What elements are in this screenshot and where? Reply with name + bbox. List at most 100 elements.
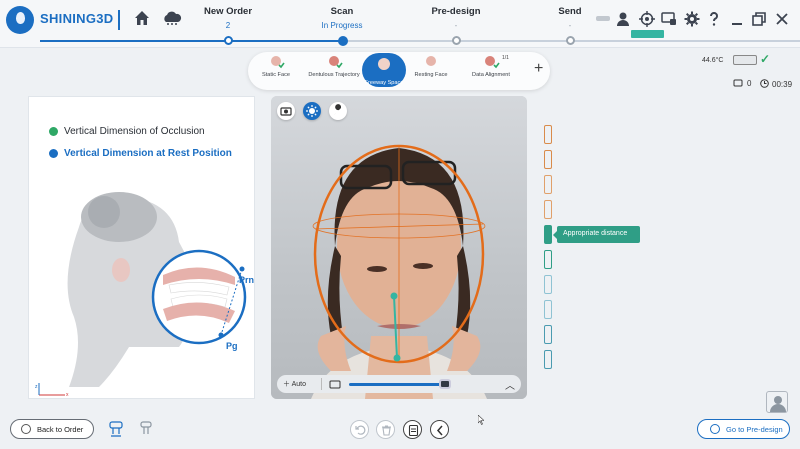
message-count: 0 [747,79,752,88]
substep-data-alignment[interactable]: 1/1 Data Alignment [463,55,519,78]
logo-icon [6,6,34,34]
restore-icon[interactable] [751,11,767,27]
auto-plus-icon: ＋ [283,381,292,388]
exposure-bar: ＋ Auto ︿ [277,375,521,393]
home-icon[interactable] [133,9,151,27]
active-indicator [631,30,664,38]
user-profile-icon[interactable] [766,391,788,413]
exposure-slider-thumb[interactable] [439,379,451,389]
keyboard-icon[interactable] [596,16,610,21]
axis-x-label: x [66,392,69,397]
minimize-icon[interactable] [729,11,745,27]
back-button-label: Back to Order [37,425,84,434]
close-icon[interactable] [774,11,790,27]
step-pre-design[interactable]: Pre-design - [416,6,496,30]
cloud-icon[interactable] [162,10,182,26]
distance-tooltip: Appropriate distance [553,226,640,243]
back-to-order-button[interactable]: Back to Order [10,419,94,439]
checklist-item-occlusion: Vertical Dimension of Occlusion [49,126,205,137]
checklist-text: Vertical Dimension of Occlusion [64,126,205,137]
axis-gizmo: x z [35,383,69,397]
step-new-order[interactable]: New Order 2 [188,6,268,30]
step-dot [566,36,575,45]
substep-dentulous-trajectory[interactable]: Dentulous Trajectory [306,55,362,78]
camera-preview[interactable]: ＋ Auto ︿ [271,96,527,399]
connected-check-icon: ✓ [760,52,771,66]
temperature-readout: 44.6°C [702,57,724,64]
alignment-badge: 1/1 [502,55,509,61]
next-button-label: Go to Pre-design [726,425,783,434]
help-icon[interactable] [706,11,722,27]
distance-level-near [544,350,552,369]
arrow-right-icon [710,424,720,434]
step-scan[interactable]: Scan In Progress [302,6,382,30]
distance-level-far [544,175,552,194]
step-dot-active [338,36,348,46]
step-title: Scan [330,6,354,17]
step-status: 2 [225,21,231,30]
exposure-icon [329,380,341,389]
progress-done [40,40,342,42]
distance-level-near [544,325,552,344]
substep-label: Freeway Space [364,80,404,86]
step-dot [452,36,461,45]
distance-level-far [544,200,552,219]
distance-level-current [544,225,552,244]
scanner-tool-icon[interactable] [108,420,124,438]
message-counter: 0 [733,79,751,88]
check-circle-icon [49,127,58,136]
distance-level-ok [544,250,552,269]
message-icon [733,79,743,87]
undo-button[interactable] [350,420,369,439]
exposure-slider-track[interactable] [349,383,449,386]
scanner-device-icon [733,55,757,65]
add-substep-button[interactable]: + [534,60,543,78]
scan-substeps-bar: Static Face Dentulous Trajectory Freeway… [248,52,550,90]
substep-static-face[interactable]: Static Face [248,55,304,78]
step-title: Pre-design [431,6,481,17]
substep-resting-face[interactable]: Resting Face [403,55,459,78]
auto-exposure-button[interactable]: ＋ Auto [283,379,306,389]
checklist-text: Vertical Dimension at Rest Position [64,148,232,159]
timer-value: 00:39 [772,80,793,89]
auto-label: Auto [291,381,306,388]
info-circle-icon [49,149,58,158]
app-window: SHINING3D New Order 2 Scan In Progress P… [0,0,800,449]
scanner-head-icon[interactable] [138,420,154,438]
go-to-pre-design-button[interactable]: Go to Pre-design [697,419,790,439]
resting-face-icon [422,55,440,69]
scan-timer: 00:39 [760,79,792,89]
mouse-cursor-icon [478,415,484,425]
checklist-item-rest: Vertical Dimension at Rest Position [49,148,232,159]
distance-level-far [544,125,552,144]
step-dot [224,36,233,45]
previous-button[interactable] [430,420,449,439]
settings-icon[interactable] [684,11,700,27]
step-title: New Order [203,6,253,17]
camera-icon[interactable] [277,102,295,120]
step-status: - [454,21,458,30]
distance-level-far [544,150,552,169]
step-status: - [568,21,572,30]
divider [118,10,120,30]
trajectory-icon [325,55,343,69]
wrench-icon[interactable] [329,102,347,120]
brightness-icon[interactable] [303,102,321,120]
clock-icon [760,79,769,88]
landmark-prn: Prn [239,275,254,285]
notes-button[interactable] [403,420,422,439]
substep-label: Dentulous Trajectory [308,72,360,78]
user-icon[interactable] [615,11,631,27]
screen-share-icon[interactable] [661,11,677,27]
alignment-icon: 1/1 [482,55,509,69]
step-status: In Progress [321,21,363,30]
substep-label: Data Alignment [472,72,510,78]
delete-button[interactable] [376,420,395,439]
face-preview-image [311,144,487,399]
target-icon[interactable] [639,11,655,27]
distance-level-near [544,275,552,294]
landmark-pg: Pg [226,341,238,351]
static-face-icon [267,55,285,69]
substep-label: Resting Face [414,72,448,78]
chevron-up-icon[interactable]: ︿ [505,377,515,392]
